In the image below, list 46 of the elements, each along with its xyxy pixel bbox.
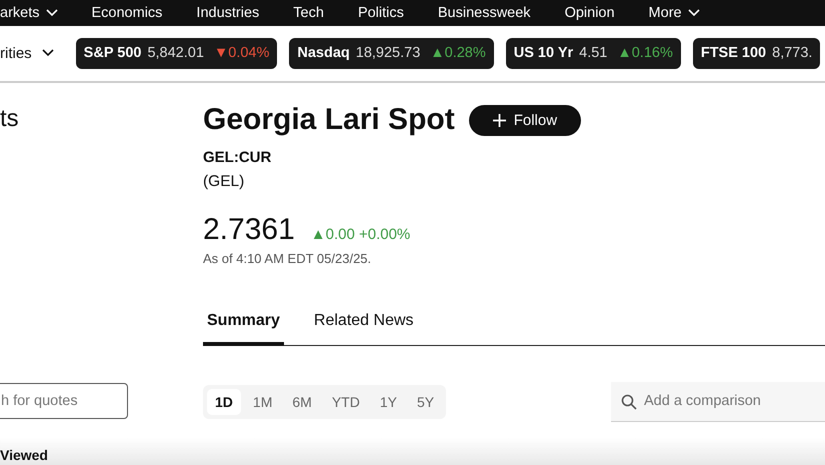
ticker-change: ▼0.04%	[214, 45, 270, 61]
nav-link[interactable]: Politics	[358, 5, 404, 21]
nav-link[interactable]: Tech	[293, 5, 324, 21]
timestamp: As of 4:10 AM EDT 05/23/25.	[203, 251, 372, 266]
plus-icon	[492, 114, 506, 126]
ticker-change: ▲0.16%	[617, 45, 673, 61]
price-change: ▲0.00 +0.00%	[310, 226, 410, 243]
ticker-name: Nasdaq	[297, 45, 350, 61]
follow-button[interactable]: Follow	[468, 104, 582, 136]
currency-code: (GEL)	[203, 173, 246, 191]
ticker-value: 18,925.73	[356, 45, 420, 61]
nav-link[interactable]: More	[648, 5, 700, 21]
quote-search-field[interactable]: h for quotes	[0, 383, 128, 419]
nav-link[interactable]: Businessweek	[438, 5, 531, 21]
ticker-symbol: GEL:CUR	[203, 149, 272, 166]
ticker-change: ▲0.28%	[430, 45, 486, 61]
range-button[interactable]: 1M	[244, 388, 280, 414]
range-button[interactable]: 1Y	[372, 388, 405, 414]
range-button[interactable]: 5Y	[408, 388, 442, 414]
quote-title: Georgia Lari Spot	[203, 103, 455, 137]
section-title: Viewed	[0, 447, 48, 463]
search-icon	[621, 394, 637, 410]
ticker-value: 4.51	[579, 45, 608, 61]
ticker-chip[interactable]: Nasdaq 18,925.73 ▲0.28%	[289, 38, 494, 68]
nav-link[interactable]: Industries	[196, 5, 260, 21]
ticker-name: FTSE 100	[700, 45, 766, 61]
nav-link[interactable]: arkets	[0, 5, 58, 21]
ticker-value: 8,773.	[772, 45, 812, 61]
tab[interactable]: Summary	[203, 304, 284, 346]
category-dropdown[interactable]: rities	[0, 44, 54, 62]
ticker-chip[interactable]: S&P 500 5,842.01 ▼0.04%	[76, 38, 278, 68]
nav-link[interactable]: Economics	[92, 5, 162, 21]
comparison-field[interactable]: Add a comparison	[611, 382, 825, 422]
tab[interactable]: Related News	[310, 304, 418, 346]
sidebar-heading: ts	[0, 105, 20, 133]
ticker-value: 5,842.01	[147, 45, 204, 61]
ticker-chip[interactable]: FTSE 100 8,773.	[692, 38, 820, 68]
range-button[interactable]: 1D	[207, 388, 241, 414]
ticker-name: US 10 Yr	[514, 45, 574, 61]
price: 2.7361	[203, 213, 295, 247]
ticker-name: S&P 500	[84, 45, 142, 61]
ticker-chip[interactable]: US 10 Yr 4.51 ▲0.16%	[506, 38, 681, 68]
range-button[interactable]: YTD	[324, 388, 368, 414]
range-button[interactable]: 6M	[284, 388, 320, 414]
chevron-down-icon	[42, 49, 54, 57]
nav-link[interactable]: Opinion	[564, 5, 615, 21]
